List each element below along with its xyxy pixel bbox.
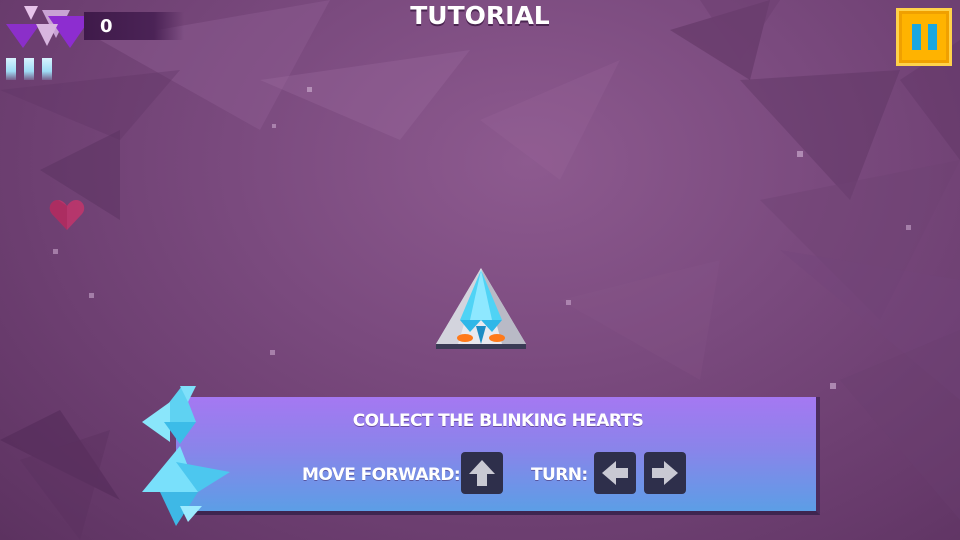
heart-icon[interactable]	[49, 198, 85, 232]
pause-icon	[911, 24, 921, 50]
pause-button[interactable]	[896, 8, 952, 66]
arrow-left-key-icon	[594, 452, 636, 494]
player-ship	[436, 268, 526, 349]
turn-label: TURN:	[531, 465, 588, 485]
life-pip	[24, 58, 34, 80]
life-pip	[6, 58, 16, 80]
tutorial-message: COLLECT THE BLINKING HEARTS	[352, 411, 644, 431]
page-title: TUTORIAL	[410, 1, 550, 30]
arrow-left-icon	[602, 461, 628, 485]
arrow-right-key-icon	[644, 452, 686, 494]
arrow-right-icon	[652, 461, 678, 485]
lives-indicator	[6, 58, 52, 80]
pause-icon	[927, 24, 937, 50]
arrow-up-key-icon	[461, 452, 503, 494]
panel-triangle-decoration	[142, 386, 230, 526]
move-forward-label: MOVE FORWARD:	[302, 465, 461, 485]
tutorial-panel: COLLECT THE BLINKING HEARTS MOVE FORWARD…	[176, 397, 820, 515]
arrow-up-icon	[469, 460, 495, 486]
life-pip	[42, 58, 52, 80]
game-stage: 0 TUTORIAL COLLECT THE BLINKING HEARTS M…	[0, 0, 960, 540]
